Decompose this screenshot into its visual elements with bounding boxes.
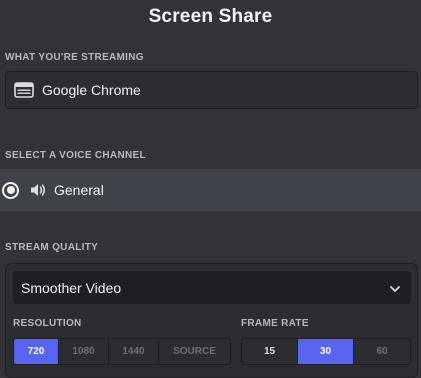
resolution-option[interactable]: SOURCE [159,339,230,364]
resolution-option[interactable]: 720 [14,339,59,364]
voice-channel-option[interactable]: General [0,169,421,211]
radio-selected-dot [6,186,15,194]
quality-preset-value: Smoother Video [21,279,122,296]
frame-rate-selector: 15 30 60 [241,338,411,365]
frame-rate-label: FRAME RATE [241,318,309,329]
modal-title: Screen Share [148,6,273,27]
resolution-label: RESOLUTION [13,318,82,329]
browser-window-icon [14,82,34,98]
chevron-down-icon [389,282,401,294]
voice-channel-name: General [54,182,104,198]
stream-quality-section-label: STREAM QUALITY [5,242,99,253]
quality-preset-select[interactable]: Smoother Video [13,271,411,304]
voice-channel-section-label: SELECT A VOICE CHANNEL [5,150,146,161]
streaming-source[interactable]: Google Chrome [5,71,418,109]
resolution-option[interactable]: 1080 [59,339,109,364]
radio-button[interactable] [2,181,19,199]
speaker-icon [29,181,47,199]
stream-quality-panel: Smoother Video RESOLUTION 720 1080 1440 … [5,263,418,378]
resolution-selector: 720 1080 1440 SOURCE [13,338,231,365]
frame-rate-option[interactable]: 15 [242,339,298,364]
resolution-option[interactable]: 1440 [109,339,159,364]
frame-rate-option[interactable]: 60 [354,339,410,364]
streaming-source-name: Google Chrome [42,82,141,98]
streaming-section-label: WHAT YOU'RE STREAMING [5,52,144,63]
frame-rate-option[interactable]: 30 [298,339,354,364]
